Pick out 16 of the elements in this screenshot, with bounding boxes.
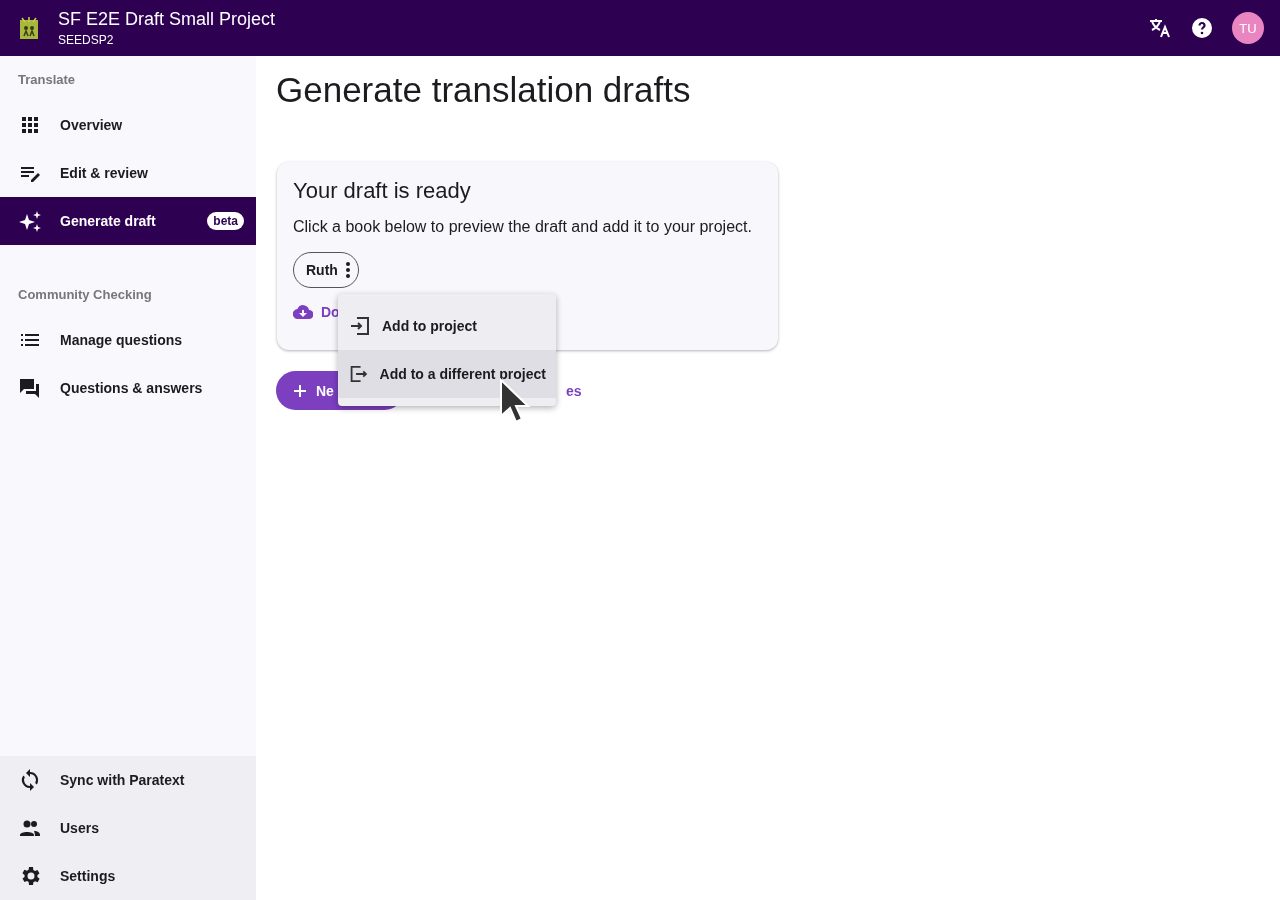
project-title: SF E2E Draft Small Project — [58, 9, 277, 30]
beta-badge: beta — [207, 212, 244, 230]
section-heading: Translate — [17, 71, 77, 89]
nav-label: Manage questions — [60, 332, 184, 348]
nav-label: Sync with Paratext — [60, 772, 186, 788]
section-heading: Community Checking — [17, 286, 153, 304]
page-title: Generate translation drafts — [276, 70, 692, 110]
nav-label: Generate draft — [60, 213, 157, 229]
card-title: Your draft is ready — [293, 178, 472, 204]
nav-label: Overview — [60, 117, 124, 133]
nav-label: Settings — [60, 868, 117, 884]
card-text: Click a book below to preview the draft and add it to your project. — [293, 218, 753, 236]
nav-label: Questions & answers — [60, 380, 204, 396]
nav-label: Edit & review — [60, 165, 149, 181]
nav-label: Users — [60, 820, 100, 836]
project-code: SEEDSP2 — [58, 33, 115, 47]
